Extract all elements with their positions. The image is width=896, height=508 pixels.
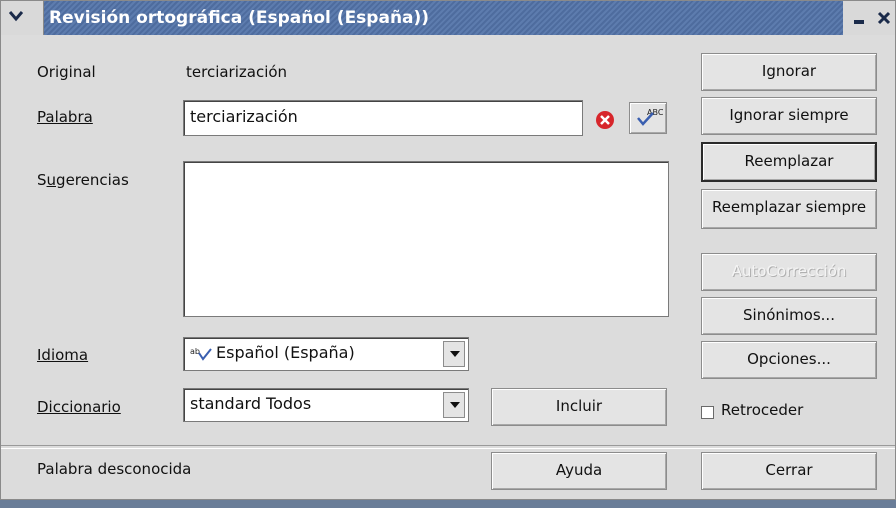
dictionary-select[interactable]: standard Todos: [183, 388, 469, 422]
options-label: Opciones...: [747, 350, 831, 368]
help-label: Ayuda: [555, 461, 603, 479]
minimize-icon: [854, 20, 864, 24]
synonyms-button[interactable]: Sinónimos...: [701, 297, 877, 335]
original-word: terciarización: [186, 63, 288, 81]
spellcheck-icon: ABC: [637, 108, 664, 126]
suggestions-list[interactable]: [183, 161, 669, 317]
idioma-label: Idioma: [37, 346, 89, 364]
incluir-button[interactable]: Incluir: [491, 388, 667, 426]
close-button[interactable]: Cerrar: [701, 452, 877, 490]
divider: [1, 445, 895, 449]
language-select[interactable]: ab Español (España): [183, 337, 469, 371]
language-dropdown-arrow[interactable]: [443, 341, 465, 367]
palabra-label: Palabra: [37, 108, 93, 126]
ignore-label: Ignorar: [761, 62, 817, 80]
dictionary-value: standard Todos: [190, 394, 312, 413]
error-icon: [596, 111, 614, 129]
close-label: Cerrar: [765, 461, 813, 479]
spellcheck-dialog: Revisión ortográfica (Español (España)) …: [0, 0, 896, 500]
close-window-button[interactable]: [873, 1, 895, 35]
window-menu-button[interactable]: [1, 1, 44, 35]
replace-all-button[interactable]: Reemplazar siempre: [701, 189, 877, 229]
retroceder-label: Retroceder: [721, 401, 804, 419]
sugerencias-label: Sugerencias: [37, 171, 129, 189]
minimize-button[interactable]: [843, 1, 873, 35]
title-bar[interactable]: Revisión ortográfica (Español (España)): [1, 1, 895, 35]
language-value: Español (España): [216, 343, 355, 362]
close-icon: [877, 11, 891, 25]
ignore-button[interactable]: Ignorar: [701, 53, 877, 91]
autocorrect-button[interactable]: AutoCorrección: [701, 253, 877, 291]
retroceder-checkbox[interactable]: [701, 406, 714, 419]
palabra-input[interactable]: terciarización: [183, 100, 583, 136]
replace-button[interactable]: Reemplazar: [701, 142, 877, 182]
ignore-all-label: Ignorar siempre: [729, 106, 849, 124]
chevron-down-icon: [9, 11, 23, 22]
replace-all-label: Reemplazar siempre: [711, 198, 867, 216]
window-title: Revisión ortográfica (Español (España)): [49, 8, 430, 28]
options-button[interactable]: Opciones...: [701, 341, 877, 379]
synonyms-label: Sinónimos...: [743, 306, 835, 324]
dictionary-dropdown-arrow[interactable]: [443, 392, 465, 418]
help-button[interactable]: Ayuda: [491, 452, 667, 490]
svg-text:ab: ab: [190, 347, 200, 356]
language-icon: ab: [190, 347, 212, 361]
incluir-label: Incluir: [555, 397, 603, 415]
autocorrect-label: AutoCorrección: [731, 262, 847, 280]
original-label: Original: [37, 63, 96, 81]
status-text: Palabra desconocida: [37, 460, 192, 478]
ignore-all-button[interactable]: Ignorar siempre: [701, 97, 877, 135]
palabra-input-value: terciarización: [190, 107, 298, 126]
spellcheck-button[interactable]: ABC: [629, 102, 667, 134]
diccionario-label: Diccionario: [37, 398, 121, 416]
replace-label: Reemplazar: [744, 152, 834, 170]
